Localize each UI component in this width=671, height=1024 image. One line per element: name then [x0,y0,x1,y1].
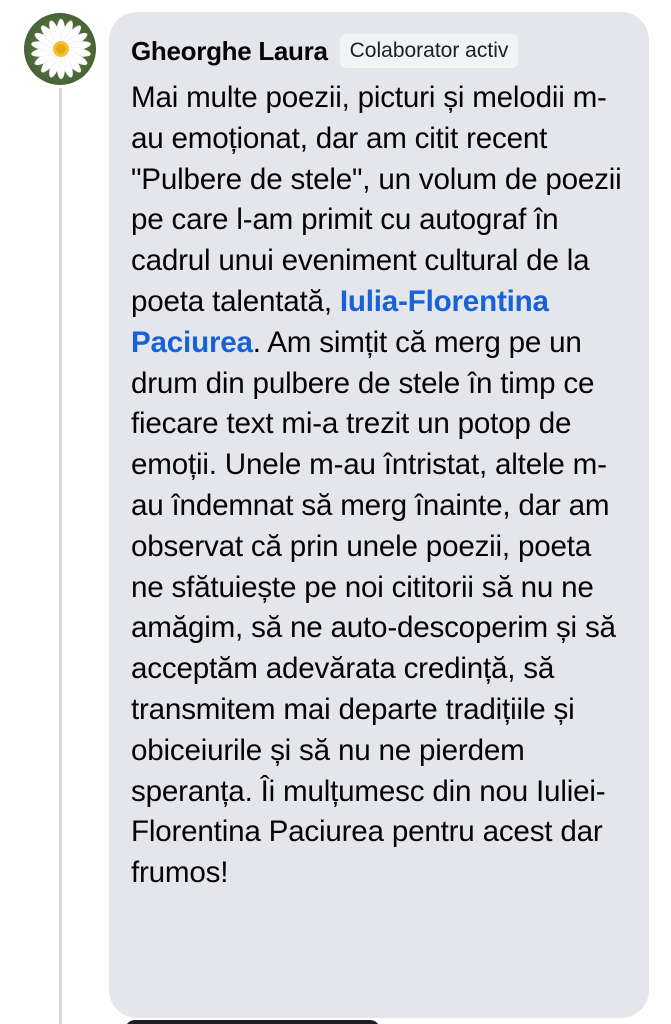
thread-line [59,88,62,1024]
comment-body: Mai multe poezii, picturi și melodii m-a… [131,78,627,894]
next-comment-edge [125,1020,380,1024]
comment-text-part1: Mai multe poezii, picturi și melodii m-a… [131,81,622,318]
comment-text-part2: . Am simțit că merg pe un drum din pulbe… [131,325,616,890]
comment-header: Gheorghe Laura Colaborator activ [131,26,627,76]
comment-author-name[interactable]: Gheorghe Laura [131,36,328,67]
contributor-badge[interactable]: Colaborator activ [339,34,519,68]
avatar[interactable] [24,13,96,85]
comment-bubble: Gheorghe Laura Colaborator activ Mai mul… [109,12,649,1018]
daisy-flower-icon [31,18,91,80]
